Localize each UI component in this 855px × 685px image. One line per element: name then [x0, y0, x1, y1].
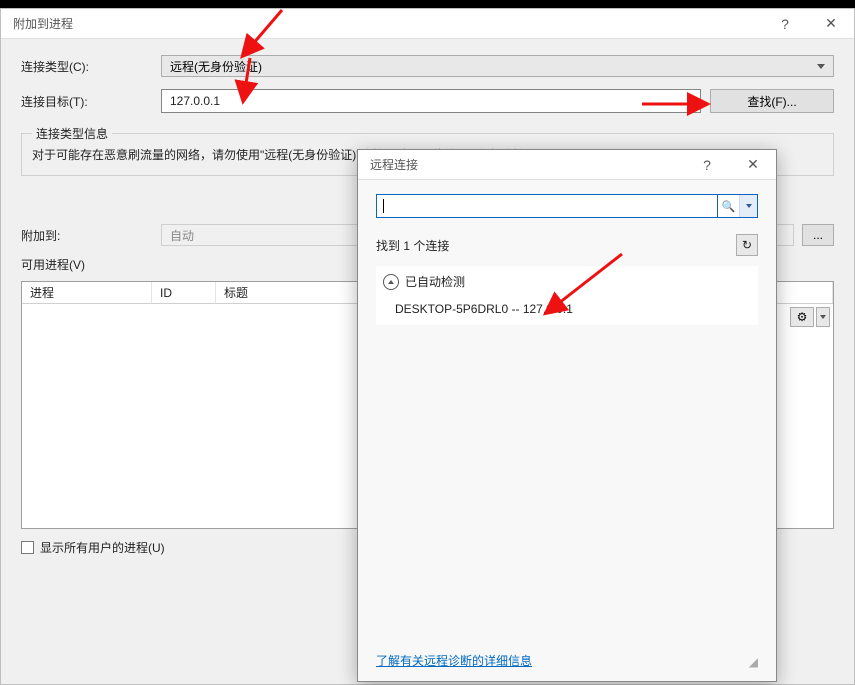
connection-type-select[interactable]: 远程(无身份验证): [161, 55, 834, 77]
popup-titlebar: 远程连接: [358, 150, 776, 180]
col-process[interactable]: 进程: [22, 282, 152, 303]
search-dropdown-button[interactable]: [739, 195, 757, 217]
main-title: 附加到进程: [13, 15, 73, 32]
refresh-icon: ↻: [742, 238, 752, 252]
find-button[interactable]: 查找(F)...: [710, 89, 834, 113]
attach-to-select-button[interactable]: ...: [802, 224, 834, 246]
remote-connections-dialog: 远程连接 🔍 找到 1 个连接 ↻ 已自动检测: [357, 149, 777, 682]
main-titlebar: 附加到进程: [1, 9, 854, 39]
popup-help-button[interactable]: [684, 150, 730, 180]
connection-target-input[interactable]: 127.0.0.1: [161, 89, 701, 113]
connection-target-label: 连接目标(T):: [21, 93, 161, 110]
search-input[interactable]: [377, 195, 717, 217]
search-icon: 🔍: [722, 200, 736, 213]
results-list: 已自动检测 DESKTOP-5P6DRL0 -- 127.0.0.1: [376, 266, 758, 325]
process-list-tools: ⚙: [790, 307, 830, 327]
attach-to-label: 附加到:: [21, 227, 161, 244]
connection-type-value: 远程(无身份验证): [170, 58, 262, 75]
popup-title: 远程连接: [370, 156, 418, 173]
auto-detected-group-header[interactable]: 已自动检测: [377, 267, 757, 296]
connection-type-label: 连接类型(C):: [21, 58, 161, 75]
resize-grip[interactable]: ◢: [749, 655, 758, 669]
close-button[interactable]: [808, 9, 854, 39]
ide-menu-strip: [0, 0, 855, 8]
show-all-users-checkbox[interactable]: [21, 541, 34, 554]
connection-target-value: 127.0.0.1: [170, 94, 220, 108]
search-button[interactable]: 🔍: [717, 195, 739, 217]
info-group-title: 连接类型信息: [32, 125, 112, 142]
filter-gear-button[interactable]: ⚙: [790, 307, 814, 327]
found-count-label: 找到 1 个连接: [376, 237, 449, 254]
show-all-users-label: 显示所有用户的进程(U): [40, 539, 165, 556]
help-button[interactable]: [762, 9, 808, 39]
search-box: 🔍: [376, 194, 758, 218]
gear-icon: ⚙: [797, 310, 808, 324]
refresh-button[interactable]: ↻: [736, 234, 758, 256]
popup-close-button[interactable]: [730, 150, 776, 180]
col-id[interactable]: ID: [152, 282, 216, 303]
filter-dropdown-button[interactable]: [816, 307, 830, 327]
connection-result-item[interactable]: DESKTOP-5P6DRL0 -- 127.0.0.1: [377, 296, 757, 324]
chevron-up-icon: [383, 274, 399, 290]
learn-more-link[interactable]: 了解有关远程诊断的详细信息: [376, 652, 532, 669]
text-cursor: [383, 199, 384, 213]
